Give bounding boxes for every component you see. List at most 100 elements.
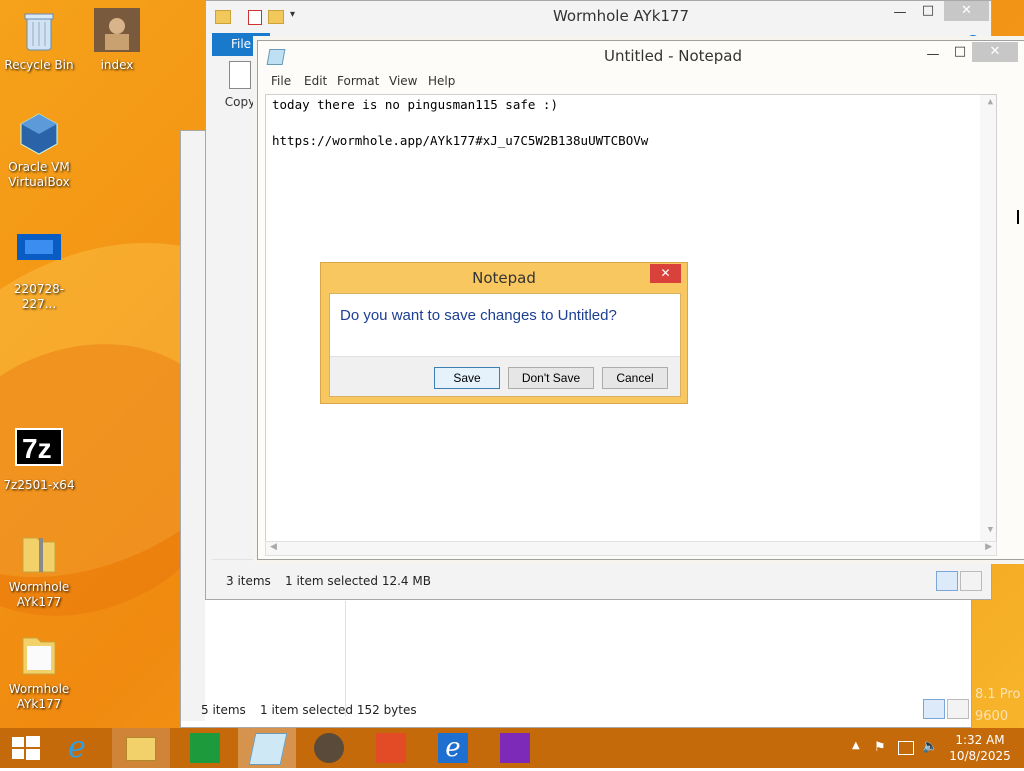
store-icon [190, 733, 220, 763]
start-icon [12, 736, 40, 760]
details-view-button[interactable] [936, 571, 958, 591]
desktop-icon-wormhole-zip[interactable]: Wormhole AYk177 [0, 530, 78, 610]
taskbar: e e ▲ ⚑ 🔈 1:32 AM 10/8/2025 [0, 728, 1024, 768]
notepad-menu-bar: File Edit Format View Help [258, 72, 1024, 92]
horizontal-scrollbar[interactable]: ◀ ▶ [265, 541, 997, 556]
notepad-title-bar: Untitled - Notepad — □ ✕ [258, 41, 1024, 71]
dialog-body: Do you want to save changes to Untitled?… [329, 293, 681, 397]
mouse-cursor-icon [1017, 210, 1024, 224]
taskbar-people[interactable] [362, 728, 420, 768]
menu-format[interactable]: Format [337, 74, 379, 88]
desktop-icon-video[interactable]: 220728-227... [0, 232, 78, 312]
minimize-button[interactable]: — [890, 5, 910, 20]
large-icons-view-button[interactable] [947, 699, 969, 719]
clock[interactable]: 1:32 AM 10/8/2025 [948, 732, 1012, 764]
scroll-right-arrow-icon[interactable]: ▶ [985, 542, 992, 552]
notepad-close-button[interactable]: ✕ [972, 42, 1018, 62]
video-file-icon [15, 232, 63, 280]
internet-explorer-icon: e [68, 730, 86, 765]
status-items-count: 3 items [226, 574, 271, 588]
desktop-icon-label: 7z2501-x64 [3, 478, 75, 492]
folder-icon [15, 632, 63, 680]
menu-view[interactable]: View [389, 74, 417, 88]
dialog-close-button[interactable]: ✕ [650, 264, 681, 283]
desktop-icon-7zip[interactable]: 7z 7z2501-x64 [0, 428, 78, 493]
explorer-back-file-area-divider [345, 601, 346, 717]
windows-watermark: 8.1 Pro 9600 [975, 687, 1021, 724]
notepad-icon [248, 733, 288, 765]
recycle-bin-icon [15, 8, 63, 56]
desktop-icon-label: Wormhole AYk177 [8, 682, 70, 711]
close-button[interactable]: ✕ [944, 1, 989, 21]
text-line: https://wormhole.app/AYk177#xJ_u7C5W2B13… [272, 133, 649, 148]
notepad-app-icon [266, 49, 286, 65]
new-folder-icon[interactable] [268, 10, 284, 24]
taskbar-raccoon-app[interactable] [300, 728, 358, 768]
dialog-message: Do you want to save changes to Untitled? [340, 307, 617, 324]
dialog-title: Notepad [472, 269, 536, 287]
save-changes-dialog[interactable]: Notepad ✕ Do you want to save changes to… [320, 262, 688, 404]
desktop-icon-label: 220728-227... [13, 282, 65, 311]
desktop-icon-label: index [100, 58, 134, 72]
copy-label: Copy [224, 95, 256, 109]
notepad-minimize-button[interactable]: — [923, 47, 943, 62]
menu-help[interactable]: Help [428, 74, 455, 88]
raccoon-app-icon [314, 733, 344, 763]
taskbar-notepad[interactable] [238, 728, 296, 768]
desktop-icon-virtualbox[interactable]: Oracle VM VirtualBox [0, 110, 78, 190]
show-hidden-icons-icon[interactable]: ▲ [852, 740, 860, 751]
scroll-up-arrow-icon[interactable]: ▲ [988, 97, 993, 107]
dont-save-button[interactable]: Don't Save [508, 367, 594, 389]
save-button[interactable]: Save [434, 367, 500, 389]
scroll-down-arrow-icon[interactable]: ▼ [988, 525, 993, 535]
large-icons-view-button[interactable] [960, 571, 982, 591]
properties-icon[interactable] [248, 10, 262, 25]
desktop-icon-recycle-bin[interactable]: Recycle Bin [0, 8, 78, 73]
status-selection: 1 item selected 12.4 MB [285, 574, 431, 588]
svg-text:7z: 7z [22, 433, 52, 464]
virtualbox-icon [15, 110, 63, 158]
copy-button[interactable]: Copy [218, 61, 262, 109]
copy-icon [229, 61, 251, 89]
clock-date: 10/8/2025 [949, 749, 1011, 763]
taskbar-file-explorer[interactable] [112, 728, 170, 768]
explorer-back-left-strip [181, 131, 205, 721]
taskbar-store[interactable] [176, 728, 234, 768]
people-icon [376, 733, 406, 763]
dialog-button-row: Save Don't Save Cancel [330, 356, 680, 396]
desktop-icon-index[interactable]: index [78, 8, 156, 73]
taskbar-search-app[interactable] [486, 728, 544, 768]
desktop-icon-label: Wormhole AYk177 [8, 580, 70, 609]
file-tab-label: File [230, 37, 252, 51]
quick-access-dropdown-icon[interactable]: ▾ [290, 9, 295, 20]
desktop-icon-label: Oracle VM VirtualBox [8, 160, 70, 189]
scroll-left-arrow-icon[interactable]: ◀ [270, 542, 277, 552]
network-icon[interactable] [898, 741, 914, 755]
text-line: today there is no pingusman115 safe :) [272, 97, 558, 112]
notepad-title: Untitled - Notepad [603, 47, 743, 65]
taskbar-internet-explorer-modern[interactable]: e [424, 728, 482, 768]
status-selection: 1 item selected 152 bytes [260, 703, 417, 717]
start-button[interactable] [0, 728, 58, 768]
image-file-icon [93, 8, 141, 56]
explorer-title: Wormhole AYk177 [552, 7, 690, 25]
action-center-flag-icon[interactable]: ⚑ [874, 740, 886, 755]
zip-folder-icon [15, 530, 63, 578]
menu-edit[interactable]: Edit [304, 74, 327, 88]
desktop-icon-wormhole-folder[interactable]: Wormhole AYk177 [0, 632, 78, 712]
status-items-count: 5 items [201, 703, 246, 717]
explorer-title-bar: ▾ Wormhole AYk177 — □ ✕ [206, 1, 991, 31]
7zip-icon: 7z [15, 428, 63, 476]
details-view-button[interactable] [923, 699, 945, 719]
search-app-icon [500, 733, 530, 763]
menu-file[interactable]: File [271, 74, 291, 88]
vertical-scrollbar[interactable] [980, 95, 996, 542]
folder-icon [215, 10, 231, 24]
internet-explorer-icon-2: e [438, 733, 468, 763]
notepad-maximize-button[interactable]: □ [950, 44, 970, 59]
cancel-button[interactable]: Cancel [602, 367, 668, 389]
volume-muted-icon[interactable]: 🔈 [922, 739, 938, 754]
maximize-button[interactable]: □ [918, 3, 938, 18]
taskbar-internet-explorer[interactable]: e [54, 728, 112, 768]
clock-time: 1:32 AM [955, 733, 1005, 747]
